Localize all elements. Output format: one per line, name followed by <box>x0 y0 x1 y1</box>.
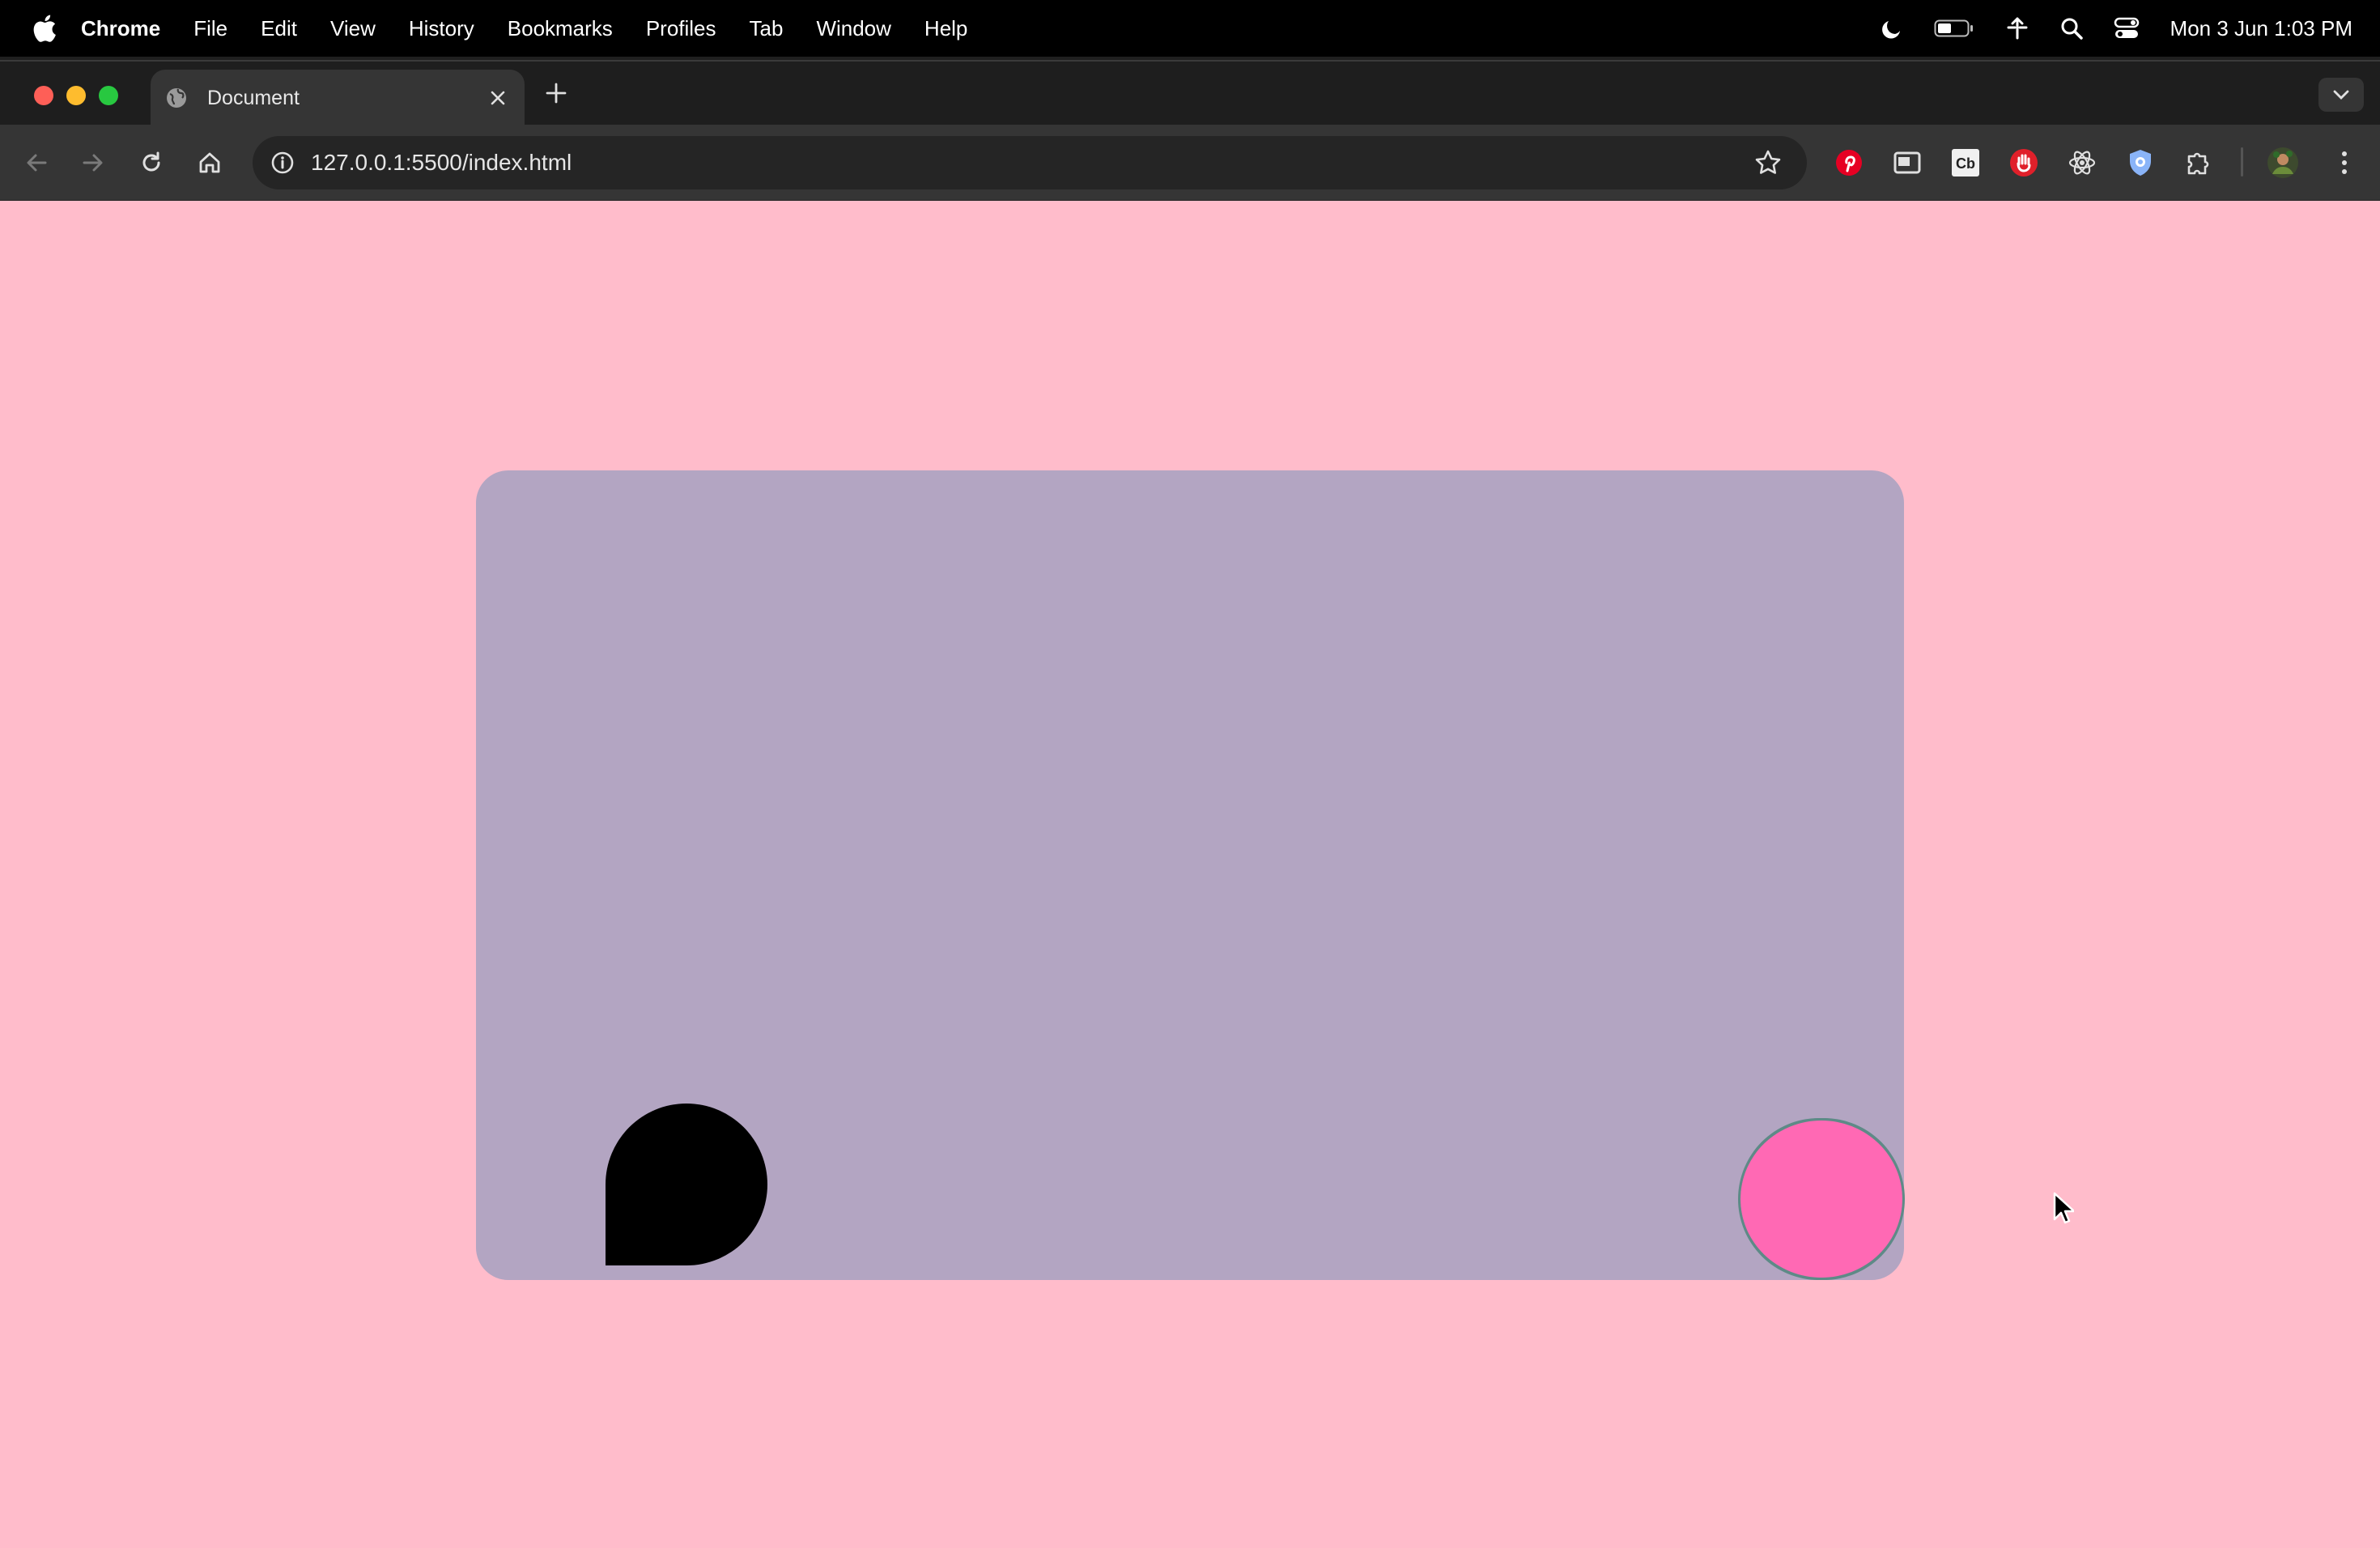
hand-stop-icon[interactable] <box>2008 147 2040 179</box>
url-text[interactable]: 127.0.0.1:5500/index.html <box>311 150 572 176</box>
more-menu-icon[interactable] <box>2328 147 2361 179</box>
moon-icon[interactable] <box>1879 16 1903 40</box>
home-icon[interactable] <box>193 146 227 180</box>
minimize-window-button[interactable] <box>66 86 86 105</box>
toolbar-divider <box>2241 147 2243 176</box>
profile-avatar[interactable] <box>2267 147 2299 179</box>
cb-label: Cb <box>1956 155 1975 172</box>
menu-window[interactable]: Window <box>816 16 890 41</box>
apple-icon[interactable] <box>32 14 57 43</box>
tab-search-button[interactable] <box>2318 78 2364 112</box>
zoom-window-button[interactable] <box>99 86 118 105</box>
browser-toolbar: 127.0.0.1:5500/index.html Cb <box>0 125 2380 201</box>
close-tab-icon[interactable] <box>486 86 510 110</box>
puzzle-extensions-icon[interactable] <box>2182 147 2215 179</box>
network-icon[interactable] <box>2005 16 2029 40</box>
menu-tab[interactable]: Tab <box>750 16 784 41</box>
cb-extension-icon[interactable]: Cb <box>1949 147 1982 179</box>
control-center-icon[interactable] <box>2114 16 2140 40</box>
menu-bar: Chrome File Edit View History Bookmarks … <box>0 0 2380 57</box>
pink-circle-ball <box>1740 1118 1902 1280</box>
chevron-down-icon <box>2333 90 2349 100</box>
bookmark-star-icon[interactable] <box>1753 148 1783 177</box>
reload-icon[interactable] <box>134 146 168 180</box>
picture-in-picture-icon[interactable] <box>1891 147 1923 179</box>
site-info-icon[interactable] <box>270 151 295 175</box>
back-arrow-icon[interactable] <box>19 146 53 180</box>
tab-document[interactable]: Document <box>151 70 525 126</box>
new-tab-icon[interactable] <box>542 79 570 107</box>
clock[interactable]: Mon 3 Jun 1:03 PM <box>2170 16 2352 41</box>
forward-arrow-icon[interactable] <box>76 146 110 180</box>
tab-title: Document <box>207 86 300 109</box>
menu-edit[interactable]: Edit <box>261 16 297 41</box>
tab-strip: Document <box>0 60 2380 126</box>
close-window-button[interactable] <box>34 86 53 105</box>
shield-icon[interactable] <box>2124 147 2157 179</box>
menu-file[interactable]: File <box>193 16 227 41</box>
menu-help[interactable]: Help <box>924 16 967 41</box>
globe-icon <box>165 87 188 109</box>
menu-bookmarks[interactable]: Bookmarks <box>508 16 613 41</box>
mouse-cursor-icon <box>2053 1192 2076 1228</box>
address-bar[interactable]: 127.0.0.1:5500/index.html <box>253 136 1807 189</box>
status-area: Mon 3 Jun 1:03 PM <box>1879 0 2380 57</box>
pinterest-icon[interactable] <box>1833 147 1865 179</box>
black-blob-shape <box>606 1104 767 1265</box>
menu-history[interactable]: History <box>409 16 474 41</box>
menu-view[interactable]: View <box>330 16 376 41</box>
menu-app-chrome[interactable]: Chrome <box>81 16 160 41</box>
react-devtools-icon[interactable] <box>2066 147 2098 179</box>
purple-card <box>476 470 1904 1280</box>
battery-icon[interactable] <box>1934 18 1974 39</box>
spotlight-search-icon[interactable] <box>2060 17 2083 40</box>
page-viewport <box>0 201 2380 1548</box>
menu-profiles[interactable]: Profiles <box>646 16 716 41</box>
